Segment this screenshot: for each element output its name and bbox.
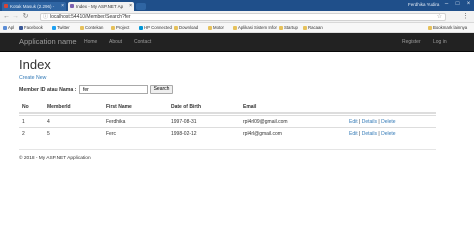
- twitter-icon: [52, 25, 56, 30]
- bookmark-startup[interactable]: Startup: [279, 23, 298, 33]
- footer-divider: [19, 149, 436, 150]
- separator: |: [359, 119, 361, 125]
- bookmark-project[interactable]: Project: [111, 23, 129, 33]
- bookmark-twitter[interactable]: Twitter: [52, 23, 70, 33]
- browser-tab-inbox[interactable]: Kotak Masuk (2.296) - ×: [2, 2, 66, 11]
- column-header: Date of Birth: [171, 104, 201, 110]
- url-text: localhost:54410/Member/Search?fer: [50, 14, 131, 20]
- edit-link[interactable]: Edit: [349, 119, 358, 125]
- hp-icon: [139, 25, 143, 30]
- tab-title: Kotak Masuk (2.296) -: [10, 4, 55, 9]
- address-bar-row: ← → ↻ ⓘ localhost:54410/Member/Search?fe…: [0, 11, 474, 23]
- maximize-icon[interactable]: □: [452, 0, 463, 9]
- bookmark-racaan[interactable]: Racaan: [303, 23, 323, 33]
- nav-login[interactable]: Log in: [433, 33, 447, 51]
- minimize-icon[interactable]: –: [441, 0, 452, 9]
- back-icon[interactable]: ←: [2, 12, 11, 22]
- bookmark-star-icon[interactable]: ☆: [437, 14, 442, 21]
- new-tab-button[interactable]: [136, 3, 146, 10]
- column-header: First Name: [106, 104, 132, 110]
- bookmark-aplikasi[interactable]: Aplikasi Sistem Infor: [233, 23, 277, 33]
- brand-link[interactable]: Application name: [19, 33, 77, 51]
- nav-contact[interactable]: Contact: [134, 33, 151, 51]
- bookmark-apps[interactable]: Apl: [3, 23, 14, 33]
- close-window-icon[interactable]: ×: [463, 0, 474, 9]
- folder-icon: [174, 25, 178, 30]
- folder-icon: [80, 25, 84, 30]
- bookmark-contekan[interactable]: Contekan: [80, 23, 103, 33]
- bookmark-download[interactable]: Download: [174, 23, 198, 33]
- search-label: Member ID atau Nama :: [19, 87, 77, 93]
- row-actions: Edit | Details | Delete: [349, 128, 396, 140]
- page-title: Index: [19, 57, 51, 72]
- url-input[interactable]: ⓘ localhost:54410/Member/Search?fer ☆: [40, 13, 446, 21]
- cell-no: 2: [22, 131, 25, 137]
- cell-email: rpl4rl@gmail.com: [243, 131, 282, 137]
- folder-icon: [233, 25, 237, 30]
- folder-icon: [279, 25, 283, 30]
- nav-home[interactable]: Home: [84, 33, 97, 51]
- delete-link[interactable]: Delete: [381, 119, 395, 125]
- folder-icon: [208, 25, 212, 30]
- browser-tab-strip: Kotak Masuk (2.296) - × Index - My ASP.N…: [0, 0, 474, 11]
- bookmarks-bar: Apl Facebook Twitter Contekan Project HP…: [0, 23, 474, 33]
- gmail-icon: [4, 4, 8, 8]
- table-row: 2 5 Ferc 1998-02-12 rpl4rl@gmail.com Edi…: [19, 127, 436, 139]
- cell-dob: 1998-02-12: [171, 131, 197, 137]
- cell-first-name: Ferc: [106, 131, 116, 137]
- footer-text: © 2018 - My ASP.NET Application: [19, 156, 91, 161]
- browser-tab-index[interactable]: Index - My ASP.NET Ap ×: [68, 2, 134, 11]
- cell-member-id: 5: [47, 131, 50, 137]
- info-icon[interactable]: ⓘ: [43, 14, 48, 21]
- bookmark-hp-connected[interactable]: HP Connected: [139, 23, 172, 33]
- nav-about[interactable]: About: [109, 33, 122, 51]
- folder-icon: [428, 25, 432, 30]
- browser-menu-icon[interactable]: ⋮: [462, 12, 469, 22]
- search-input[interactable]: [79, 85, 148, 94]
- forward-icon[interactable]: →: [11, 12, 20, 22]
- app-navbar: Application name Home About Contact Regi…: [0, 33, 474, 52]
- tab-title: Index - My ASP.NET Ap: [76, 4, 124, 9]
- separator: |: [359, 131, 361, 137]
- reload-icon[interactable]: ↻: [21, 12, 30, 22]
- folder-icon: [303, 25, 307, 30]
- bookmark-motor[interactable]: Motor: [208, 23, 224, 33]
- details-link[interactable]: Details: [362, 131, 377, 137]
- edit-link[interactable]: Edit: [349, 131, 358, 137]
- profile-name[interactable]: Ferdhika Yudira: [408, 1, 439, 9]
- search-button[interactable]: Search: [150, 85, 173, 94]
- create-new-link[interactable]: Create New: [19, 75, 46, 81]
- separator: |: [378, 131, 380, 137]
- separator: |: [378, 119, 380, 125]
- bookmark-facebook[interactable]: Facebook: [19, 23, 43, 33]
- column-header: No: [22, 104, 29, 110]
- close-tab-icon[interactable]: ×: [129, 2, 132, 11]
- facebook-icon: [19, 25, 23, 30]
- table-row: 1 4 Ferdhika 1997-08-31 rpl4rl09@gmail.c…: [19, 115, 436, 127]
- column-header: Email: [243, 104, 257, 110]
- details-link[interactable]: Details: [362, 119, 377, 125]
- delete-link[interactable]: Delete: [381, 131, 395, 137]
- apps-icon: [3, 25, 7, 30]
- column-header: MemberId: [47, 104, 71, 110]
- table-header: No MemberId First Name Date of Birth Ema…: [19, 101, 436, 114]
- close-tab-icon[interactable]: ×: [61, 2, 64, 11]
- folder-icon: [111, 25, 115, 30]
- bookmark-other[interactable]: Bookmark lainnya: [428, 23, 467, 33]
- aspnet-icon: [70, 4, 74, 8]
- nav-register[interactable]: Register: [402, 33, 421, 51]
